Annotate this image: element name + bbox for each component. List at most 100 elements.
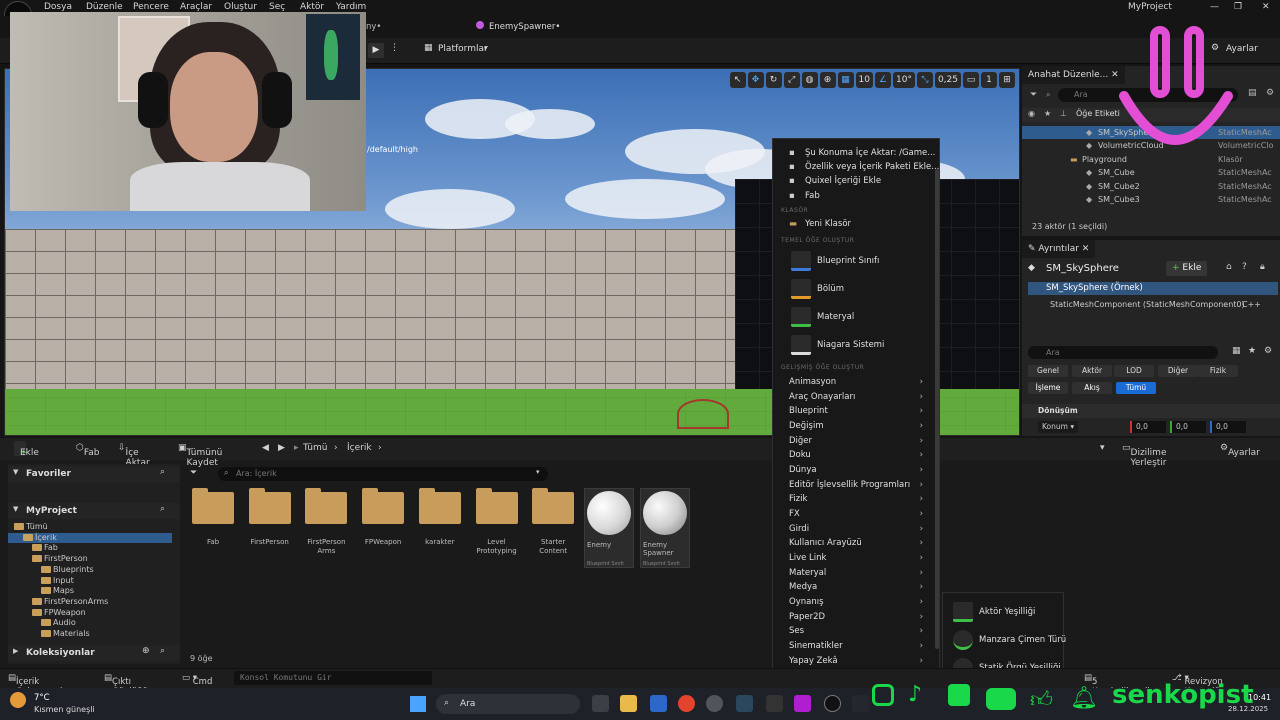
advanced-menu-item[interactable]: FX › (773, 507, 933, 522)
context-menu-item[interactable]: ▪ Fab (773, 189, 933, 204)
minimize-icon[interactable]: — (1210, 2, 1219, 12)
component-row[interactable]: StaticMeshComponent (StaticMeshComponent… (1050, 300, 1245, 309)
advanced-menu-item[interactable]: Diğer › (773, 434, 933, 449)
play-icon[interactable]: ▶ (368, 43, 384, 58)
add-component-button[interactable]: + Ekle (1166, 261, 1208, 276)
collections-header[interactable]: Koleksiyonlar (8, 645, 180, 661)
output-log-button[interactable]: ▤ Çıktı Günlüğü (104, 673, 148, 697)
world-icon[interactable]: ◍ (801, 72, 818, 88)
content-settings-button[interactable]: ⚙ Ayarlar (1220, 443, 1260, 458)
menu-select[interactable]: Seç (269, 2, 285, 12)
menu-create[interactable]: Oluştur (224, 2, 257, 12)
context-menu-item[interactable]: ▪ Quixel İçeriği Ekle (773, 174, 933, 189)
advanced-menu-item[interactable]: Girdi › (773, 522, 933, 537)
content-folder[interactable]: FPWeapon (358, 488, 408, 568)
content-folder[interactable]: Level Prototyping (472, 488, 522, 568)
transform-section[interactable]: Dönüşüm (1022, 404, 1280, 418)
folder-tree-item[interactable]: Audio (8, 618, 172, 629)
content-folder[interactable]: Fab (188, 488, 238, 568)
location-dropdown[interactable]: Konum ▾ (1038, 421, 1079, 433)
translate-icon[interactable]: ✥ (747, 72, 764, 88)
details-search-input[interactable]: Ara (1028, 346, 1218, 359)
folder-tree-item[interactable]: İçerik (8, 532, 172, 544)
history-forward-icon[interactable]: ▶ (278, 443, 285, 453)
instance-row[interactable]: SM_SkySphere (Örnek) (1028, 282, 1278, 295)
loc-y-input[interactable]: 0,0 (1170, 421, 1206, 433)
advanced-menu-item[interactable]: Animasyon › (773, 375, 933, 390)
more-options-icon[interactable]: ⋮ (390, 43, 399, 53)
settings-icon[interactable]: ⚙ (1266, 88, 1274, 98)
fab-button[interactable]: ⬡ Fab (76, 443, 99, 458)
layout-icon[interactable]: ⊞ (999, 72, 1015, 88)
search-icon[interactable]: ⌕ (160, 646, 165, 656)
outliner-row[interactable]: ◆ SM_Cube2 StaticMeshAc (1022, 180, 1280, 193)
menu-actor[interactable]: Aktör (300, 2, 324, 12)
scale-icon[interactable]: ⤢ (783, 72, 800, 88)
select-mode-icon[interactable]: ↖ (729, 72, 746, 88)
details-filter-button[interactable]: Genel (1028, 365, 1068, 377)
taskbar-search[interactable]: Ara (436, 694, 580, 714)
cmd-dropdown[interactable]: ▭ Cmd ▾ (182, 673, 212, 687)
breadcrumb-content[interactable]: İçerik (347, 443, 372, 453)
folder-tree-item[interactable]: FirstPerson (8, 554, 172, 565)
weather-desc[interactable]: Kısmen güneşli (34, 705, 95, 714)
content-folder[interactable]: FirstPerson (245, 488, 295, 568)
history-back-icon[interactable]: ◀ (262, 443, 269, 453)
advanced-menu-item[interactable]: Editör İşlevsellik Programları › (773, 478, 933, 493)
new-folder-item[interactable]: ▬ Yeni Klasör (773, 217, 933, 232)
advanced-menu-item[interactable]: Dünya › (773, 463, 933, 478)
menu-help[interactable]: Yardım (336, 2, 366, 12)
basic-asset-item[interactable]: Materyal (789, 304, 939, 330)
selected-actor-name[interactable]: SM_SkySphere (1046, 263, 1119, 274)
outliner-row[interactable]: ◆ SM_Cube StaticMeshAc (1022, 166, 1280, 179)
search-icon[interactable]: ⌕ (160, 467, 165, 477)
breadcrumb-all[interactable]: Tümü (303, 443, 327, 453)
file-explorer-icon[interactable] (620, 695, 637, 712)
angle-snap-value[interactable]: 10° (893, 72, 915, 88)
basic-asset-item[interactable]: Bölüm (789, 276, 939, 302)
close-icon[interactable]: ✕ (1262, 2, 1270, 12)
details-filter-button[interactable]: Aktör (1072, 365, 1112, 377)
basic-asset-item[interactable]: Niagara Sistemi (789, 332, 939, 358)
favorites-header[interactable]: Favoriler (8, 466, 180, 482)
enemy-spawner-tab[interactable]: EnemySpawner• (489, 22, 560, 32)
console-input[interactable]: Konsol Komutunu Gir (234, 671, 432, 685)
filter-icon[interactable]: ⏷ (190, 468, 197, 478)
project-header[interactable]: MyProject (8, 503, 180, 519)
menu-tools[interactable]: Araçlar (180, 2, 212, 12)
outliner-row[interactable]: ◆ SM_Cube3 StaticMeshAc (1022, 193, 1280, 206)
expand-icon[interactable]: ▶ (13, 647, 18, 655)
folder-tree-item[interactable]: Materials (8, 629, 172, 640)
details-filter-button[interactable]: LOD (1114, 365, 1154, 377)
details-filter-button[interactable]: Diğer (1158, 365, 1198, 377)
context-menu-item[interactable]: ▪ Şu Konuma İçe Aktar: /Game... (773, 146, 935, 161)
windows-start-icon[interactable] (410, 696, 426, 712)
menu-scrollbar[interactable] (935, 169, 939, 649)
details-filter-button[interactable]: Akış (1072, 382, 1112, 394)
chevron-down-icon[interactable]: ▾ (1100, 443, 1105, 453)
level-tab[interactable]: ny• (366, 22, 381, 32)
surface-snap-icon[interactable]: ⊕ (819, 72, 836, 88)
github-icon[interactable] (706, 695, 723, 712)
folder-tree-item[interactable]: Fab (8, 543, 172, 554)
content-blueprint-asset[interactable]: Enemy Blueprint Sınıfı (584, 488, 634, 568)
search-icon[interactable]: ⌕ (160, 504, 165, 514)
content-folder[interactable]: karakter (415, 488, 465, 568)
chevron-down-icon[interactable]: ▾ (536, 468, 540, 476)
content-folder[interactable]: FirstPerson Arms (301, 488, 351, 568)
folder-tree-item[interactable]: Tümü (8, 522, 172, 533)
menu-file[interactable]: Dosya (44, 2, 72, 12)
details-filter-button[interactable]: Fizik (1198, 365, 1238, 377)
advanced-menu-item[interactable]: Ses › (773, 624, 933, 639)
basic-asset-item[interactable]: Blueprint Sınıfı (789, 248, 939, 274)
folder-tree-item[interactable]: FPWeapon (8, 608, 172, 619)
foliage-submenu-item[interactable]: Aktör Yeşilliği (951, 599, 1059, 625)
collapse-icon[interactable]: ▼ (13, 468, 18, 476)
grid-snap-value[interactable]: 10 (855, 72, 873, 88)
save-all-button[interactable]: ▣ Tümünü Kaydet (178, 443, 222, 468)
add-folder-icon[interactable]: ▤ (1248, 88, 1257, 98)
unsaved-button[interactable]: ▤ 5 Kaydedilmedi (1084, 673, 1150, 697)
advanced-menu-item[interactable]: Araç Onayarları › (773, 390, 933, 405)
advanced-menu-item[interactable]: Live Link › (773, 551, 933, 566)
foliage-submenu-item[interactable]: Manzara Çimen Türü (951, 627, 1066, 653)
